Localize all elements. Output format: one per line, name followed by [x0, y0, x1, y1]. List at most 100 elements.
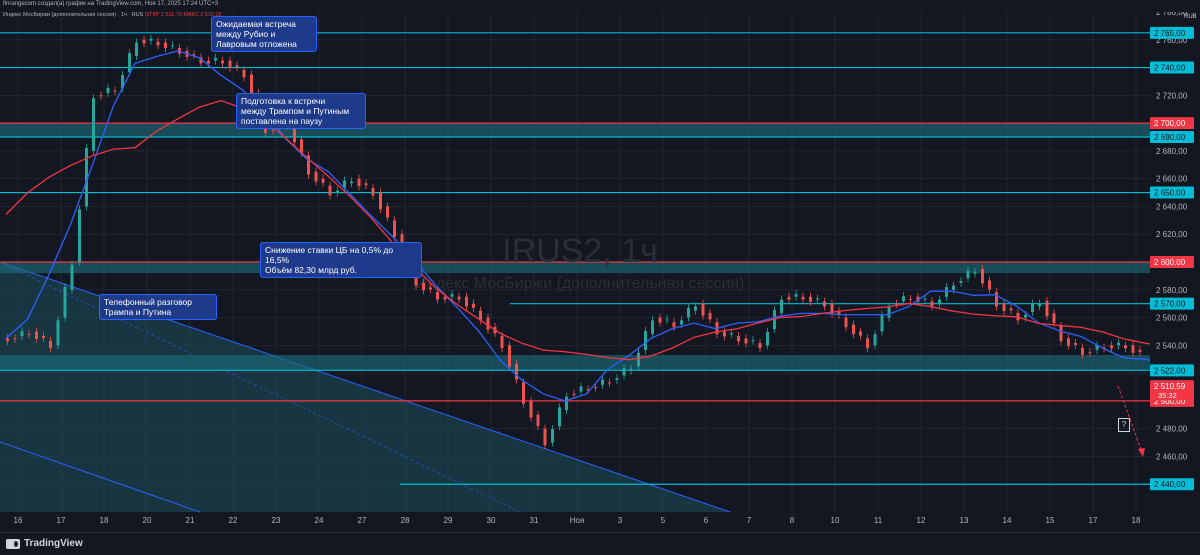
candle-body — [959, 280, 963, 283]
candle-body — [1131, 345, 1135, 353]
time-tick: 12 — [917, 516, 926, 525]
candle-body — [171, 45, 174, 47]
top-bar: finrangecom создал(а) график на TradingV… — [0, 0, 1200, 12]
candle-body — [56, 320, 60, 346]
candle-body — [350, 181, 353, 184]
tradingview-logo-text: TradingView — [24, 538, 83, 549]
candle-body — [844, 317, 848, 328]
level-tag-label: 2 522,00 — [1154, 366, 1186, 375]
candle-body — [930, 301, 934, 307]
candle-body — [422, 282, 425, 291]
watermark-name: Индекс МосБиржи (дополнительная сессия) — [416, 275, 745, 292]
candle-body — [952, 285, 955, 290]
candle-body — [242, 69, 246, 78]
watermark-ticker: IRUS2, 1ч — [502, 232, 658, 270]
ma-slow-line — [5, 99, 1168, 361]
candle-body — [852, 324, 855, 335]
candle-body — [113, 90, 117, 92]
candle-body — [128, 53, 131, 73]
candle-body — [680, 320, 683, 325]
candle-body — [701, 303, 705, 316]
level-tag-label: 2 700,00 — [1154, 119, 1186, 128]
candle-body — [1024, 314, 1027, 318]
candle-body — [988, 280, 991, 290]
time-tick: 17 — [57, 516, 66, 525]
level-tag-label: 2 690,00 — [1154, 133, 1186, 142]
level-tag-label: 2 600,00 — [1154, 258, 1186, 267]
candle-body — [744, 338, 748, 344]
candle-body — [13, 338, 17, 340]
tradingview-logo[interactable]: TradingView — [6, 538, 83, 549]
candle-body — [751, 340, 755, 342]
candle-body — [142, 39, 146, 44]
candle-body — [393, 220, 396, 237]
price-tick: 2 660,00 — [1156, 175, 1188, 184]
forecast-arrowhead — [1138, 448, 1145, 457]
time-tick: 5 — [661, 516, 666, 525]
candle-body — [672, 322, 676, 328]
time-tick: 28 — [401, 516, 410, 525]
candle-body — [737, 336, 740, 342]
candle-body — [579, 386, 583, 392]
candle-body — [522, 382, 525, 404]
price-tick: 2 720,00 — [1156, 91, 1188, 100]
tradingview-logo-icon — [6, 538, 20, 549]
time-tick: 7 — [747, 516, 752, 525]
candle-body — [995, 292, 998, 307]
level-tag-label: 2 765,00 — [1154, 29, 1186, 38]
candle-body — [902, 296, 905, 302]
time-tick: 17 — [1089, 516, 1098, 525]
candle-body — [314, 171, 318, 182]
candle-body — [1117, 342, 1120, 346]
candle-body — [149, 38, 153, 41]
time-tick: 3 — [618, 516, 623, 525]
candle-body — [859, 331, 862, 336]
currency-label[interactable]: RUB — [1184, 14, 1197, 20]
candle-body — [730, 333, 733, 335]
candle-body — [1110, 345, 1113, 349]
level-tag-label: 2 440,00 — [1154, 480, 1186, 489]
candle-body — [981, 268, 984, 284]
candle-body — [443, 296, 447, 300]
symbol-line: Индекс МосБиржи (дополнительная сессия) … — [3, 12, 222, 18]
candle-body — [615, 378, 619, 381]
candle-body — [214, 57, 217, 61]
last-price-label: 2 510,59 — [1154, 382, 1186, 391]
candle-body — [572, 393, 576, 395]
candle-body — [637, 352, 640, 367]
candle-body — [551, 429, 554, 443]
price-tick: 2 480,00 — [1156, 425, 1188, 434]
candle-body — [895, 303, 898, 305]
annotation-cb-rate: Снижение ставки ЦБ на 0,5% до 16,5% Объё… — [260, 242, 422, 278]
time-tick: 27 — [358, 516, 367, 525]
candle-body — [543, 428, 547, 446]
candle-body — [694, 306, 697, 311]
time-tick: 14 — [1003, 516, 1012, 525]
candle-body — [1052, 313, 1056, 324]
time-tick: 20 — [143, 516, 152, 525]
candle-body — [622, 368, 626, 376]
candle-body — [457, 296, 461, 300]
candle-body — [235, 65, 239, 68]
info-marker-icon[interactable]: ? — [1118, 418, 1130, 432]
candle-body — [1138, 349, 1142, 352]
time-tick: 15 — [1046, 516, 1055, 525]
time-tick: 6 — [704, 516, 709, 525]
candle-body — [529, 400, 533, 418]
candle-body — [164, 42, 167, 49]
annotation-rubio-lavrov: Ожидаемая встреча между Рубио и Лавровым… — [211, 16, 317, 52]
candle-body — [357, 178, 361, 187]
candle-body — [1074, 343, 1077, 345]
candle-body — [938, 299, 941, 304]
time-tick: 18 — [1132, 516, 1141, 525]
candle-body — [766, 331, 769, 346]
time-tick: 31 — [530, 516, 539, 525]
candle-body — [758, 343, 762, 349]
candle-body — [644, 330, 647, 350]
candle-body — [386, 206, 389, 218]
candle-body — [866, 338, 869, 349]
time-tick: 21 — [186, 516, 195, 525]
price-chart[interactable]: IRUS2, 1ч Индекс МосБиржи (дополнительна… — [0, 0, 1200, 554]
candle-body — [35, 331, 38, 339]
price-tick: 2 620,00 — [1156, 230, 1188, 239]
